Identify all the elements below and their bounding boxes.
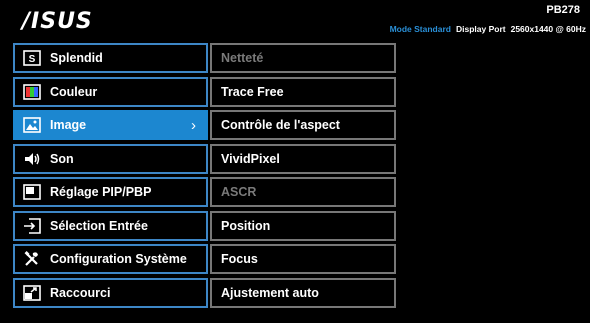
menu-item-label: Image <box>50 118 87 132</box>
main-menu: S Splendid Couleur Image › Son Réglage P… <box>13 43 208 311</box>
mode-status: Mode Standard <box>389 24 451 34</box>
menu-item-shortcut[interactable]: Raccourci <box>13 277 208 308</box>
submenu-item-sharpness: Netteté <box>210 43 396 73</box>
menu-item-input-select[interactable]: Sélection Entrée <box>13 210 208 241</box>
menu-item-label: Splendid <box>50 51 103 65</box>
speaker-icon <box>23 150 41 168</box>
splendid-s-icon: S <box>23 49 41 67</box>
image-icon <box>23 116 41 134</box>
status-bar: Mode Standard Display Port 2560x1440 @ 60H… <box>390 24 586 34</box>
svg-text:S: S <box>29 54 36 65</box>
resolution-status: 2560x1440 @ 60Hz <box>510 24 586 34</box>
input-icon <box>23 217 41 235</box>
tools-icon <box>23 250 41 268</box>
menu-item-couleur[interactable]: Couleur <box>13 76 208 107</box>
model-name: PB278 <box>546 4 580 16</box>
submenu-item-vividpixel[interactable]: VividPixel <box>210 143 396 174</box>
submenu-item-focus[interactable]: Focus <box>210 244 396 274</box>
shortcut-icon <box>23 284 41 302</box>
menu-item-label: Son <box>50 151 74 166</box>
asus-logo: /ISUS <box>22 9 93 34</box>
pip-icon <box>23 183 41 201</box>
menu-item-system-setup[interactable]: Configuration Système <box>13 244 208 274</box>
menu-item-label: Couleur <box>50 84 98 99</box>
menu-item-son[interactable]: Son <box>13 143 208 174</box>
submenu-item-auto-adjust[interactable]: Ajustement auto <box>210 277 396 308</box>
menu-item-label: Sélection Entrée <box>50 218 148 233</box>
menu-item-label: Raccourci <box>50 285 111 300</box>
chevron-right-icon: › <box>191 117 196 134</box>
color-icon <box>23 83 41 101</box>
submenu-item-aspect-control[interactable]: Contrôle de l'aspect <box>210 110 396 140</box>
image-submenu: Netteté Trace Free Contrôle de l'aspect … <box>210 43 396 311</box>
menu-item-pip-pbp[interactable]: Réglage PIP/PBP <box>13 177 208 207</box>
menu-item-label: Configuration Système <box>50 252 187 266</box>
submenu-item-position[interactable]: Position <box>210 210 396 241</box>
menu-item-image[interactable]: Image › <box>13 110 208 140</box>
menu-item-splendid[interactable]: S Splendid <box>13 43 208 73</box>
menu-item-label: Réglage PIP/PBP <box>50 185 152 199</box>
port-status: Display Port <box>455 24 506 34</box>
submenu-item-ascr: ASCR <box>210 177 396 207</box>
submenu-item-trace-free[interactable]: Trace Free <box>210 76 396 107</box>
